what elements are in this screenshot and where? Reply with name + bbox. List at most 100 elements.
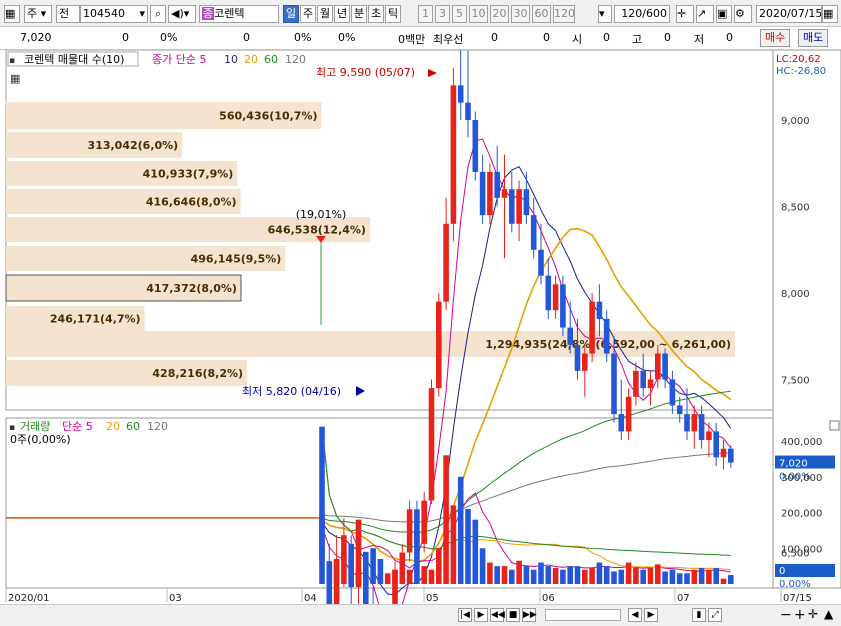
sell-button[interactable]: 매도 (798, 29, 829, 47)
calendar-icon[interactable]: ▦ (822, 5, 838, 23)
grid-icon: ▦ (10, 72, 20, 85)
panel-title-icon: ▪ (9, 56, 15, 66)
period-tab-2[interactable]: 월 (317, 5, 333, 23)
period-tab-3[interactable]: 년 (334, 5, 350, 23)
candle (530, 215, 537, 250)
chart-window-icon[interactable]: ▦ (4, 5, 20, 23)
crosshair-icon[interactable]: ✛ (676, 5, 694, 23)
volume-bar (392, 569, 398, 584)
volume-bar (355, 519, 362, 584)
stock-chart[interactable]: 560,436(10,7%) 313,042(6,0%) 410,933(7,9%)… (0, 50, 841, 604)
high-note: 최고 9,590 (05/07) (316, 66, 415, 79)
candle (582, 353, 588, 371)
candle (523, 189, 530, 216)
date-field[interactable]: 2020/07/15 (756, 5, 822, 23)
volume-bar (552, 567, 559, 584)
volume-bar (341, 551, 347, 584)
volume-axis-label: 400,000 (781, 437, 822, 448)
quote-amount: 0백만 (398, 33, 426, 46)
interval-button-10[interactable]: 10 (469, 5, 488, 23)
zoom-icon[interactable]: ✛ (808, 607, 818, 621)
trend-icon[interactable]: ↗ (696, 5, 714, 23)
market-select[interactable]: 전 (56, 5, 80, 23)
volume-title: 거래량 (20, 420, 50, 433)
volume-bar (436, 548, 442, 584)
price-axis-label: 8,500 (781, 203, 810, 214)
best-bid-2: 0 (543, 31, 550, 44)
volume-bar (538, 562, 544, 584)
volume-bar (618, 569, 625, 584)
interval-button-3[interactable]: 3 (435, 5, 450, 23)
panel-toggle (829, 420, 840, 431)
search-icon[interactable]: ⌕ (150, 5, 166, 23)
period-tab-1[interactable]: 주 (300, 5, 316, 23)
candle (669, 379, 676, 406)
scroll-right-icon[interactable]: ▶ (644, 608, 658, 622)
low-value: 0 (726, 31, 733, 44)
candle (713, 431, 719, 458)
buy-button[interactable]: 매수 (760, 29, 791, 47)
quote-change: 0 (122, 31, 129, 44)
reset-icon[interactable]: ⤢ (708, 608, 722, 622)
volume-bar (363, 551, 369, 584)
code-input[interactable]: 104540 ▾ (80, 5, 148, 23)
count-field[interactable]: 120/600 (614, 5, 670, 23)
price-axis-label: 7,500 (781, 376, 810, 387)
volume-bar (501, 566, 508, 584)
volume-bar (487, 562, 493, 584)
chart-type-select[interactable]: 주 ▾ (24, 5, 52, 23)
volume-bar (684, 573, 690, 584)
bar-icon[interactable]: ▮ (692, 608, 706, 622)
next-icon[interactable]: ▶▶ (522, 608, 537, 622)
dropdown-icon[interactable]: ▾ (598, 5, 612, 23)
speaker-icon[interactable]: ◀)▾ (168, 5, 196, 23)
top-icon[interactable]: ▲ (824, 607, 833, 621)
play-icon[interactable]: ▶ (474, 608, 488, 622)
lc-label: LC:20,62 (776, 54, 821, 65)
interval-button-120[interactable]: 120 (553, 5, 575, 23)
volume-bar (406, 569, 413, 584)
volume-bar (421, 566, 427, 584)
scroll-slider[interactable] (545, 609, 621, 621)
volume-profile-label: 313,042(6,0%) (88, 139, 179, 152)
interval-button-60[interactable]: 60 (532, 5, 551, 23)
zoom-in-icon[interactable]: + (794, 607, 806, 623)
interval-button-5[interactable]: 5 (452, 5, 467, 23)
candle (560, 284, 566, 328)
candle (618, 414, 625, 432)
period-tab-4[interactable]: 분 (351, 5, 367, 23)
period-tab-5[interactable]: 초 (368, 5, 384, 23)
candle (443, 223, 449, 302)
interval-button-20[interactable]: 20 (490, 5, 509, 23)
volume-profile-label: 410,933(7,9%) (143, 168, 234, 181)
volume-profile-label: 646,538(12,4%) (268, 224, 366, 237)
volume-bar (319, 426, 325, 584)
scroll-left-icon[interactable]: ◀ (628, 608, 642, 622)
interval-button-1[interactable]: 1 (418, 5, 433, 23)
interval-button-30[interactable]: 30 (511, 5, 530, 23)
zoom-out-icon[interactable]: − (780, 607, 792, 623)
prev-icon[interactable]: ◀◀ (490, 608, 505, 622)
scroll-start-icon[interactable]: |◀ (458, 608, 472, 622)
open-value: 0 (603, 31, 610, 44)
candle (611, 353, 617, 415)
settings-icon[interactable]: ⚙ (734, 5, 752, 23)
save-icon[interactable]: ▣ (716, 5, 732, 23)
stock-name-field[interactable]: 종코렌텍 (199, 5, 279, 23)
volume-axis-label: 300,000 (781, 473, 822, 484)
period-tab-0[interactable]: 일 (283, 5, 299, 23)
volume-bar (567, 566, 573, 584)
volume-bar (399, 567, 406, 584)
volume-title-icon: ▪ (9, 423, 15, 433)
marker-note: (19,01%) (296, 208, 347, 221)
period-tab-6[interactable]: 틱 (385, 5, 401, 23)
ma-label: 종가 단순 5 (152, 53, 206, 66)
axis-area (772, 50, 841, 589)
market-value: 전 (59, 7, 70, 20)
candle (574, 344, 581, 371)
quote-change-pct: 0% (160, 31, 178, 44)
price-axis-label: 9,000 (781, 116, 810, 127)
candle (428, 388, 435, 501)
stop-icon[interactable]: ■ (506, 608, 520, 622)
volume-bar (530, 569, 537, 584)
